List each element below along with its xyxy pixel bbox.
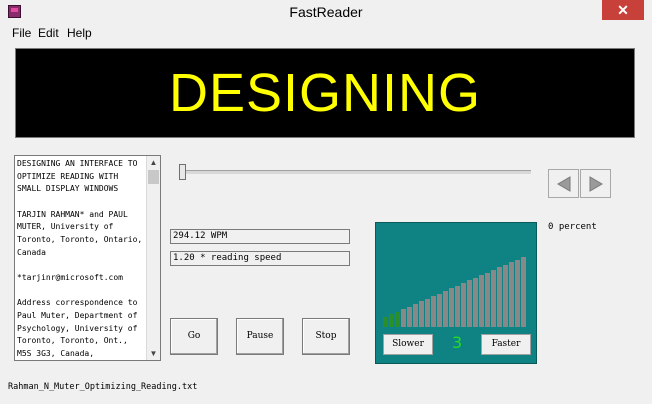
progress-percent-label: 0 percent (548, 222, 597, 232)
source-text-area[interactable]: DESIGNING AN INTERFACE TO OPTIMIZE READI… (14, 155, 161, 361)
window-title: FastReader (289, 4, 363, 20)
faster-button[interactable]: Faster (481, 334, 531, 355)
scroll-thumb[interactable] (148, 170, 159, 184)
reading-speed-field: 1.20 * reading speed (170, 251, 350, 266)
scroll-down-icon[interactable]: ▼ (147, 347, 160, 360)
text-paragraph: TARJIN RAHMAN* and PAUL MUTER, Universit… (17, 209, 143, 257)
left-triangle-icon (557, 176, 571, 192)
back-button[interactable] (548, 169, 579, 198)
menu-help[interactable]: Help (67, 26, 92, 40)
speed-bar (497, 267, 502, 327)
speed-bar (461, 283, 466, 327)
speed-bar (491, 270, 496, 327)
close-icon: ✕ (617, 2, 629, 18)
word-display: DESIGNING (15, 48, 635, 138)
source-text: DESIGNING AN INTERFACE TO OPTIMIZE READI… (17, 158, 147, 360)
go-button[interactable]: Go (170, 318, 218, 355)
speed-level: 3 (452, 333, 463, 352)
speed-bar (467, 280, 472, 327)
menu-edit[interactable]: Edit (38, 26, 59, 40)
speed-bar (473, 278, 478, 327)
speed-panel: Slower 3 Faster (375, 222, 537, 364)
speed-bar (407, 307, 412, 327)
status-filename: Rahman_N_Muter_Optimizing_Reading.txt (8, 382, 198, 392)
text-paragraph: DESIGNING AN INTERFACE TO OPTIMIZE READI… (17, 159, 138, 194)
pause-button[interactable]: Pause (236, 318, 284, 355)
speed-bar (509, 262, 514, 327)
speed-bar (521, 257, 526, 327)
position-slider-thumb[interactable] (179, 164, 186, 180)
speed-bar (389, 314, 394, 327)
speed-bar (503, 265, 508, 327)
wpm-field: 294.12 WPM (170, 229, 350, 244)
menu-file[interactable]: File (12, 26, 31, 40)
forward-button[interactable] (580, 169, 611, 198)
speed-bar (479, 275, 484, 327)
speed-bar (437, 294, 442, 327)
scroll-up-icon[interactable]: ▲ (147, 156, 160, 169)
slower-button[interactable]: Slower (383, 334, 433, 355)
speed-bar (419, 301, 424, 327)
text-scrollbar[interactable]: ▲ ▼ (146, 156, 160, 360)
speed-bar (413, 304, 418, 327)
speed-bar (485, 273, 490, 327)
speed-bar (395, 312, 400, 327)
speed-bar (425, 299, 430, 327)
position-slider-track[interactable] (181, 170, 531, 174)
stop-button[interactable]: Stop (302, 318, 350, 355)
speed-bar (443, 291, 448, 327)
right-triangle-icon (589, 176, 603, 192)
speed-bar (431, 296, 436, 327)
speed-bar (401, 309, 406, 327)
menu-bar: File Edit Help (0, 24, 652, 44)
speed-bar (449, 288, 454, 327)
current-word: DESIGNING (168, 63, 482, 123)
close-button[interactable]: ✕ (602, 0, 644, 20)
text-paragraph: Address correspondence to Paul Muter, De… (17, 298, 138, 358)
title-bar: FastReader ✕ (0, 0, 652, 24)
speed-bar (455, 286, 460, 327)
speed-bar (515, 260, 520, 327)
text-paragraph: *tarjinr@microsoft.com (17, 272, 123, 282)
speed-bar (383, 317, 388, 327)
